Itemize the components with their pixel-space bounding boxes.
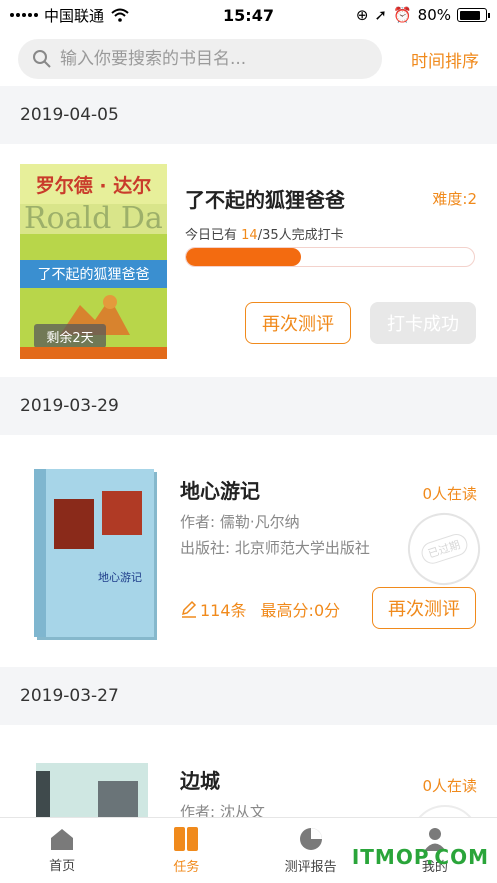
author-label: 作者: 儒勒·凡尔纳 (180, 513, 300, 531)
rotation-lock-icon: ⊕ (355, 6, 369, 24)
location-icon: ➚ (374, 6, 387, 24)
search-box[interactable] (18, 39, 382, 79)
status-bar: 中国联通 15:47 ⊕ ➚ ⏰ 80% (0, 0, 497, 30)
progress-done-count: 14 (241, 228, 258, 243)
cover-footer (20, 347, 167, 359)
pencil-icon (181, 600, 197, 618)
book-stats: 114条 最高分:0分 (180, 597, 340, 621)
notes-count-value: 114条 (200, 601, 247, 620)
wifi-icon (111, 8, 129, 22)
alarm-icon: ⏰ (392, 6, 412, 24)
status-left: 中国联通 (10, 5, 130, 26)
cover-spine (36, 771, 50, 817)
book-title: 地心游记 (180, 479, 260, 503)
author-label: 作者: 沈从文 (180, 803, 265, 817)
book-cover: 地心游记 (34, 469, 154, 637)
date-header: 2019-03-27 (0, 667, 497, 725)
difficulty-label: 难度:2 (432, 190, 477, 208)
remaining-days-badge: 剩余2天 (34, 324, 106, 348)
date-header: 2019-04-05 (0, 86, 497, 144)
tab-home[interactable]: 首页 (0, 818, 124, 883)
report-icon (299, 828, 322, 850)
book-title: 了不起的狐狸爸爸 (185, 188, 345, 212)
checkin-success-button[interactable]: 打卡成功 (370, 302, 476, 344)
status-right: ⊕ ➚ ⏰ 80% (355, 6, 490, 24)
expired-stamp-text: 已过期 (418, 531, 470, 567)
tab-label: 测评报告 (284, 860, 337, 875)
battery-percent: 80% (417, 6, 451, 24)
cover-decoration: Roald Da (20, 204, 167, 234)
tab-label: 首页 (49, 859, 76, 874)
expired-stamp: 已过期 (398, 503, 490, 595)
cover-image (54, 499, 94, 549)
cover-image (98, 781, 138, 817)
task-icon (174, 827, 199, 851)
book-card[interactable]: 边城 0人在读 作者: 沈从文 (0, 725, 497, 817)
tab-task[interactable]: 任务 (124, 818, 248, 883)
cover-image (102, 491, 142, 535)
watermark: ITMOP.COM (351, 845, 489, 869)
readers-count: 0人在读 (422, 485, 477, 503)
checkin-progress-bar (185, 247, 475, 267)
retest-button[interactable]: 再次测评 (372, 587, 476, 629)
book-card[interactable]: 地心游记 地心游记 0人在读 作者: 儒勒·凡尔纳 出版社: 北京师范大学出版社… (0, 435, 497, 667)
date-header: 2019-03-29 (0, 377, 497, 435)
tab-label: 任务 (173, 860, 200, 875)
high-score: 最高分:0分 (260, 601, 341, 620)
home-icon (51, 829, 74, 850)
checkin-progress-fill (186, 248, 302, 266)
book-cover: 罗尔德 · 达尔 Roald Da 了不起的狐狸爸爸 剩余2天 (20, 164, 167, 359)
search-icon (33, 50, 51, 68)
checkin-progress-text: 今日已有 14/35人完成打卡 (185, 224, 344, 243)
publisher-label: 出版社: 北京师范大学出版社 (180, 539, 370, 557)
search-row: 时间排序 (0, 33, 497, 85)
cover-author: 罗尔德 · 达尔 (20, 164, 167, 204)
book-title: 边城 (180, 769, 220, 793)
readers-count: 0人在读 (422, 777, 477, 795)
battery-icon (457, 8, 490, 22)
retest-button[interactable]: 再次测评 (245, 302, 351, 344)
signal-icon (10, 13, 38, 17)
carrier-label: 中国联通 (44, 6, 105, 25)
sort-by-time-button[interactable]: 时间排序 (411, 47, 479, 72)
search-input[interactable] (60, 49, 360, 69)
notes-count: 114条 (180, 597, 247, 621)
progress-suffix: /35人完成打卡 (257, 228, 344, 243)
cover-title: 地心游记 (98, 571, 142, 584)
book-cover (36, 763, 148, 817)
progress-prefix: 今日已有 (185, 228, 242, 243)
expired-stamp (410, 805, 480, 817)
cover-title: 了不起的狐狸爸爸 (20, 260, 167, 288)
book-card[interactable]: 罗尔德 · 达尔 Roald Da 了不起的狐狸爸爸 剩余2天 了不起的狐狸爸爸… (0, 144, 497, 377)
cover-spine (34, 469, 46, 637)
